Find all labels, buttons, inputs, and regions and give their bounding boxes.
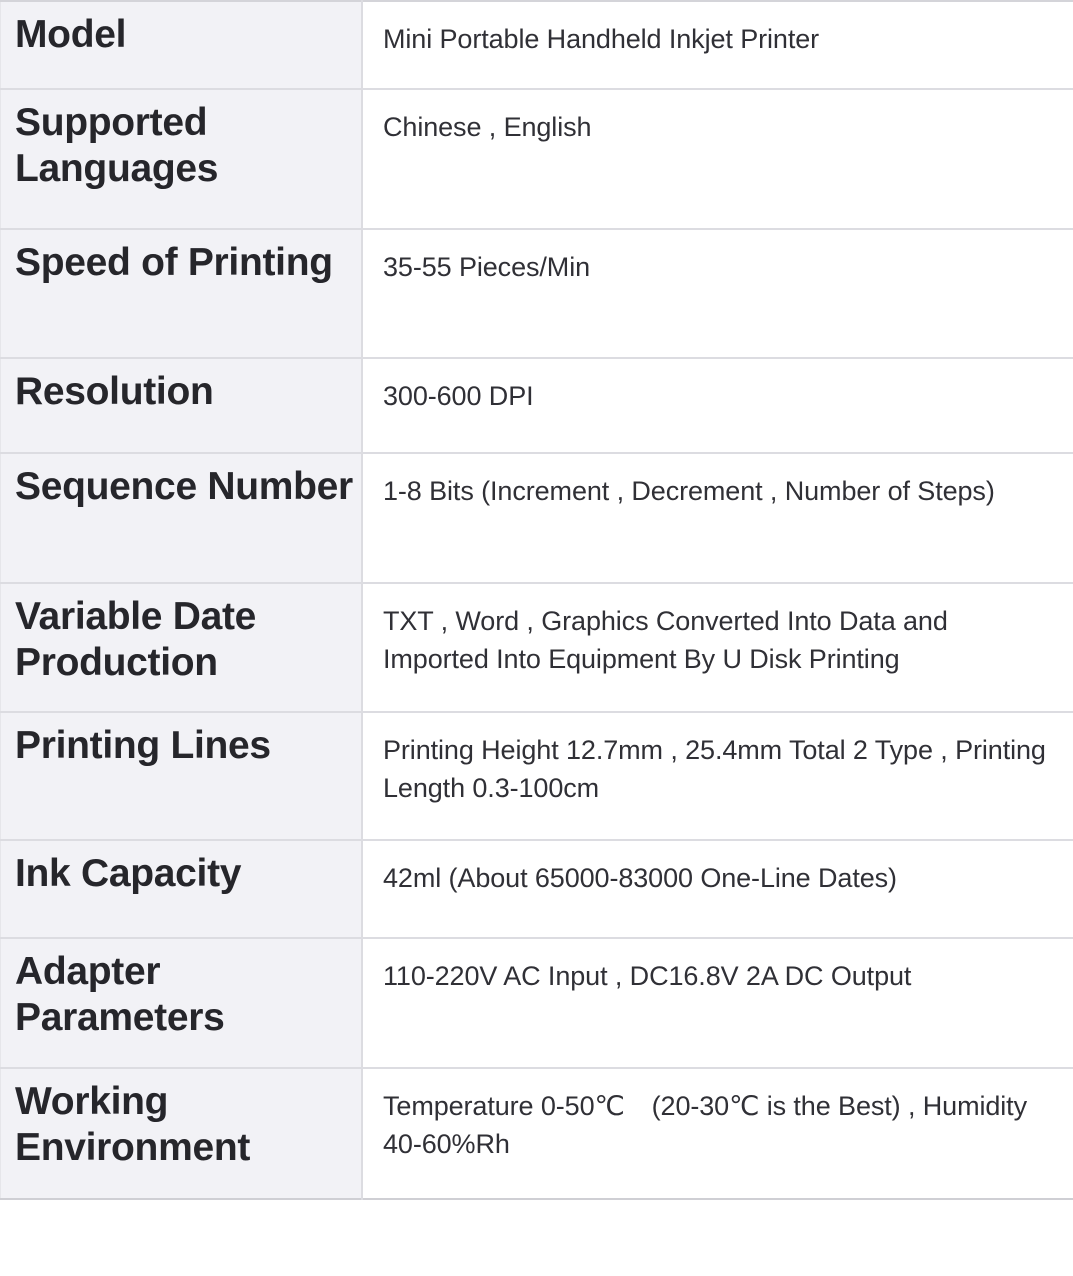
table-row: Speed of Printing 35-55 Pieces/Min: [0, 229, 1073, 358]
product-specification-table: Model Mini Portable Handheld Inkjet Prin…: [0, 0, 1073, 1200]
spec-value-printing-lines: Printing Height 12.7mm , 25.4mm Total 2 …: [362, 712, 1073, 840]
table-row: Supported Languages Chinese , English: [0, 89, 1073, 229]
spec-label-printing-lines: Printing Lines: [0, 712, 363, 840]
spec-value-speed-of-printing: 35-55 Pieces/Min: [362, 229, 1073, 358]
table-row: Ink Capacity 42ml (About 65000-83000 One…: [0, 840, 1073, 938]
spec-value-working-environment: Temperature 0-50℃ (20-30℃ is the Best) ,…: [362, 1068, 1073, 1199]
spec-table-body: Model Mini Portable Handheld Inkjet Prin…: [0, 1, 1073, 1199]
spec-value-resolution: 300-600 DPI: [362, 358, 1073, 453]
spec-label-supported-languages: Supported Languages: [0, 89, 363, 229]
table-row: Resolution 300-600 DPI: [0, 358, 1073, 453]
spec-label-ink-capacity: Ink Capacity: [0, 840, 363, 938]
table-row: Working Environment Temperature 0-50℃ (2…: [0, 1068, 1073, 1199]
spec-label-variable-date-production: Variable Date Production: [0, 583, 363, 712]
table-row: Printing Lines Printing Height 12.7mm , …: [0, 712, 1073, 840]
spec-value-supported-languages: Chinese , English: [362, 89, 1073, 229]
spec-label-working-environment: Working Environment: [0, 1068, 363, 1199]
spec-value-adapter-parameters: 110-220V AC Input , DC16.8V 2A DC Output: [362, 938, 1073, 1068]
spec-value-ink-capacity: 42ml (About 65000-83000 One-Line Dates): [362, 840, 1073, 938]
spec-label-sequence-number: Sequence Number: [0, 453, 363, 583]
spec-value-variable-date-production: TXT , Word , Graphics Converted Into Dat…: [362, 583, 1073, 712]
spec-value-model: Mini Portable Handheld Inkjet Printer: [362, 1, 1073, 89]
spec-label-adapter-parameters: Adapter Parameters: [0, 938, 363, 1068]
table-row: Model Mini Portable Handheld Inkjet Prin…: [0, 1, 1073, 89]
spec-value-sequence-number: 1-8 Bits (Increment , Decrement , Number…: [362, 453, 1073, 583]
spec-label-resolution: Resolution: [0, 358, 363, 453]
table-row: Adapter Parameters 110-220V AC Input , D…: [0, 938, 1073, 1068]
spec-label-speed-of-printing: Speed of Printing: [0, 229, 363, 358]
page-bottom-spacer: [0, 1200, 1073, 1258]
table-row: Sequence Number 1-8 Bits (Increment , De…: [0, 453, 1073, 583]
table-row: Variable Date Production TXT , Word , Gr…: [0, 583, 1073, 712]
spec-label-model: Model: [0, 1, 363, 89]
